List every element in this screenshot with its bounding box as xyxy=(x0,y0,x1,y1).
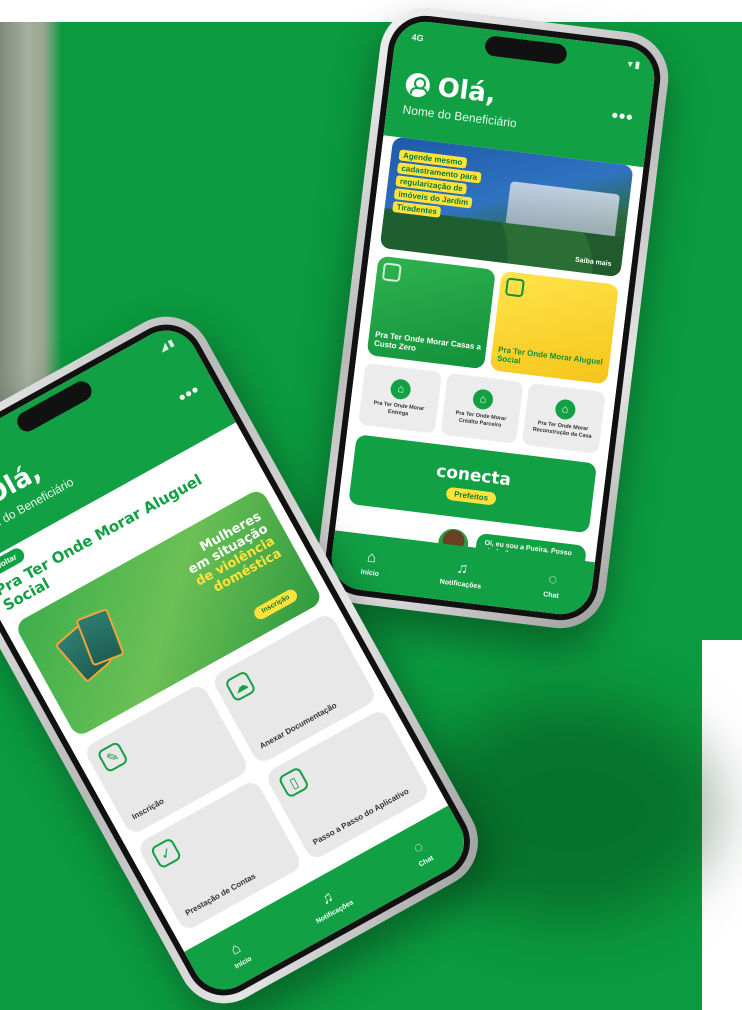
greeting-text: Olá, xyxy=(435,72,498,110)
banner-headline: Agende mesmo cadastramento para regulari… xyxy=(392,149,483,222)
document-check-icon: ✓ xyxy=(149,836,183,870)
cards-illustration xyxy=(54,605,145,704)
home-icon: ⌂ xyxy=(366,548,378,567)
house-icon: ⌂ xyxy=(471,388,495,411)
status-battery: ▾ ▮ xyxy=(627,58,641,70)
edit-icon: ✎ xyxy=(96,740,129,773)
tab-label: Chat xyxy=(542,591,560,601)
house-icon: ⌂ xyxy=(389,378,413,401)
hero-inscricao-button[interactable]: Inscrição xyxy=(251,586,300,621)
small-card[interactable]: ⌂ Pra Ter Onde Morar Crédito Parceiro xyxy=(440,372,524,444)
house-icon: ⌂ xyxy=(553,398,577,422)
user-icon xyxy=(404,71,432,99)
program-cards: Pra Ter Onde Morar Casas a Custo Zero Pr… xyxy=(366,255,619,385)
marketing-stage: 4G ▾ ▮ Olá, Nome do Beneficiário ••• Age… xyxy=(0,0,742,1010)
conecta-title: conecta xyxy=(435,460,513,490)
conecta-subtitle: Prefeitos xyxy=(445,486,497,506)
tab-inicio[interactable]: ⌂ Início xyxy=(224,937,254,970)
status-bar: 4G ▾ ▮ xyxy=(411,32,641,71)
bell-icon: ♫ xyxy=(455,559,469,578)
program-card-label: Pra Ter Onde Morar Casas a Custo Zero xyxy=(373,329,482,353)
small-card[interactable]: ⌂ Pra Ter Onde Morar Entrega xyxy=(358,362,442,434)
home-content: Agende mesmo cadastramento para regulari… xyxy=(338,125,645,575)
tab-notificacoes[interactable]: ♫ Notificações xyxy=(439,558,484,591)
phone-icon: ▯ xyxy=(277,765,310,799)
app-home-screen: 4G ▾ ▮ Olá, Nome do Beneficiário ••• Age… xyxy=(328,18,658,618)
small-card-label: Pra Ter Onde Morar Crédito Parceiro xyxy=(455,410,507,429)
tab-inicio[interactable]: ⌂ Início xyxy=(360,548,382,578)
chat-icon: ◌ xyxy=(547,570,559,589)
upload-icon: ☁ xyxy=(223,669,257,703)
camera-icon xyxy=(504,277,525,298)
tile-label: Inscrição xyxy=(130,796,166,822)
program-card-aluguel-social[interactable]: Pra Ter Onde Morar Aluguel Social xyxy=(489,270,619,385)
tab-notificacoes[interactable]: ♫ Notificações xyxy=(305,881,355,925)
status-signal: 4G xyxy=(411,32,425,44)
tab-label: Notificações xyxy=(439,578,482,591)
program-card-custo-zero[interactable]: Pra Ter Onde Morar Casas a Custo Zero xyxy=(366,255,496,370)
tab-chat[interactable]: ◌ Chat xyxy=(407,836,436,869)
small-card-label: Pra Ter Onde Morar Entrega xyxy=(373,400,425,418)
tab-label: Início xyxy=(360,568,380,578)
tile-label: Prestação de Contas xyxy=(183,871,258,918)
hero-headline: Mulheres em situação de violência domést… xyxy=(179,509,285,603)
tab-chat[interactable]: ◌ Chat xyxy=(542,570,563,600)
small-card-label: Pra Ter Onde Morar Reconstrução da Casa xyxy=(532,420,592,440)
status-battery: ◢ ▮ xyxy=(157,337,176,354)
house-icon xyxy=(381,262,402,283)
top-strip xyxy=(0,0,742,22)
small-card[interactable]: ⌂ Pra Ter Onde Morar Reconstrução da Cas… xyxy=(522,382,606,454)
program-card-label: Pra Ter Onde Morar Aluguel Social xyxy=(496,344,604,367)
more-menu-icon[interactable]: ••• xyxy=(610,105,635,129)
